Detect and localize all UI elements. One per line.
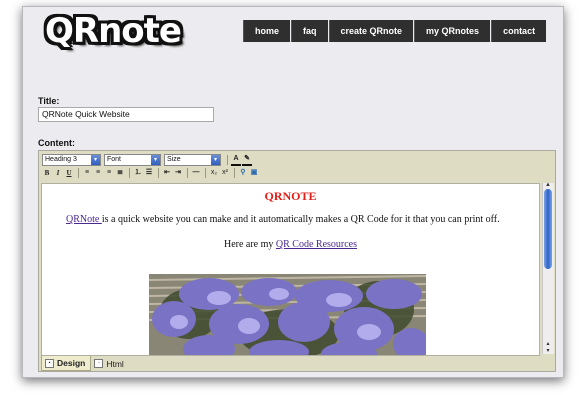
indent-icon[interactable]: ⇥ [173,168,183,178]
design-icon: ▪ [45,358,54,368]
nav-contact[interactable]: contact [491,20,547,42]
toolbar-separator [205,168,206,178]
toolbar-row-1: Heading 3 ▾ Font ▾ Size ▾ A ✎ [42,154,253,166]
size-select[interactable]: Size ▾ [164,154,221,166]
font-select[interactable]: Font ▾ [104,154,161,166]
toolbar-row-2: B I U ≡ ≡ ≡ ≣ ⒈ ☰ ⇤ ⇥ ― x₂ x² ⚲ ▣ [42,168,260,178]
nav-my-qrnotes[interactable]: my QRnotes [414,20,491,42]
wisteria-photo [149,274,426,355]
align-left-icon[interactable]: ≡ [82,168,92,178]
paragraph-1-text: is a quick website you can make and it a… [101,214,500,225]
superscript-button[interactable]: x² [220,168,230,178]
content-heading: QRNOTE [264,189,317,203]
size-select-value: Size [167,156,181,163]
scroll-up-icon[interactable]: ▲ [544,182,552,188]
tab-html-label: Html [106,358,124,369]
content-paragraph-2: Here are my QR Code Resources [42,239,539,250]
nav-create-qrnote[interactable]: create QRnote [328,20,414,42]
align-justify-icon[interactable]: ≣ [115,168,125,178]
toolbar-separator [187,168,188,178]
toolbar-separator [227,155,228,165]
nav-faq[interactable]: faq [291,20,328,42]
paragraph-2-text: Here are my [223,239,276,250]
align-right-icon[interactable]: ≡ [104,168,114,178]
insert-link-icon[interactable]: ⚲ [238,168,248,178]
main-nav: home faq create QRnote my QRnotes contac… [243,20,547,42]
tab-html[interactable]: ◦ Html [91,356,128,371]
format-select[interactable]: Heading 3 ▾ [42,154,101,166]
tab-design-label: Design [57,358,86,368]
format-select-value: Heading 3 [45,156,77,163]
highlight-icon[interactable]: ✎ [242,154,252,166]
content-paragraph-1: QRNote is a quick website you can make a… [66,214,500,225]
chevron-down-icon: ▾ [151,155,160,165]
text-color-icon[interactable]: A [231,154,241,166]
tab-design[interactable]: ▪ Design [41,356,92,371]
scroll-up-icon[interactable]: ▴ [544,340,552,347]
editor-content-area[interactable]: QRNOTE QRNote is a quick website you can… [41,183,540,356]
scrollbar-thumb[interactable] [544,189,552,269]
font-select-value: Font [107,156,122,163]
qrnote-link[interactable]: QRNote [66,214,102,225]
ordered-list-icon[interactable]: ⒈ [133,168,143,178]
rich-text-editor: Heading 3 ▾ Font ▾ Size ▾ A ✎ B I U ≡ ≡ … [38,150,556,372]
italic-button[interactable]: I [53,168,63,178]
nav-home[interactable]: home [243,20,291,42]
horizontal-rule-icon[interactable]: ― [191,168,201,178]
content-label: Content: [38,138,75,148]
subscript-button[interactable]: x₂ [209,168,219,178]
editor-mode-tabs: ▪ Design ◦ Html [41,356,129,371]
qr-code-resources-link[interactable]: QR Code Resources [276,239,357,250]
title-label: Title: [38,96,60,106]
toolbar-separator [158,168,159,178]
scroll-down-icon[interactable]: ▾ [544,347,552,354]
align-center-icon[interactable]: ≡ [93,168,103,178]
toolbar-separator [129,168,130,178]
editor-scrollbar[interactable]: ▲ ▴ ▾ [542,182,554,354]
unordered-list-icon[interactable]: ☰ [144,168,154,178]
title-input[interactable]: QRNote Quick Website [38,107,214,122]
chevron-down-icon: ▾ [211,155,220,165]
browser-window: QRnote home faq create QRnote my QRnotes… [22,6,564,378]
toolbar-separator [78,168,79,178]
outdent-icon[interactable]: ⇤ [162,168,172,178]
qrnote-logo[interactable]: QRnote [45,11,182,51]
toolbar-separator [234,168,235,178]
insert-image-icon[interactable]: ▣ [249,168,259,178]
html-icon: ◦ [94,359,104,368]
chevron-down-icon: ▾ [91,155,100,165]
bold-button[interactable]: B [42,168,52,178]
underline-button[interactable]: U [64,168,74,178]
